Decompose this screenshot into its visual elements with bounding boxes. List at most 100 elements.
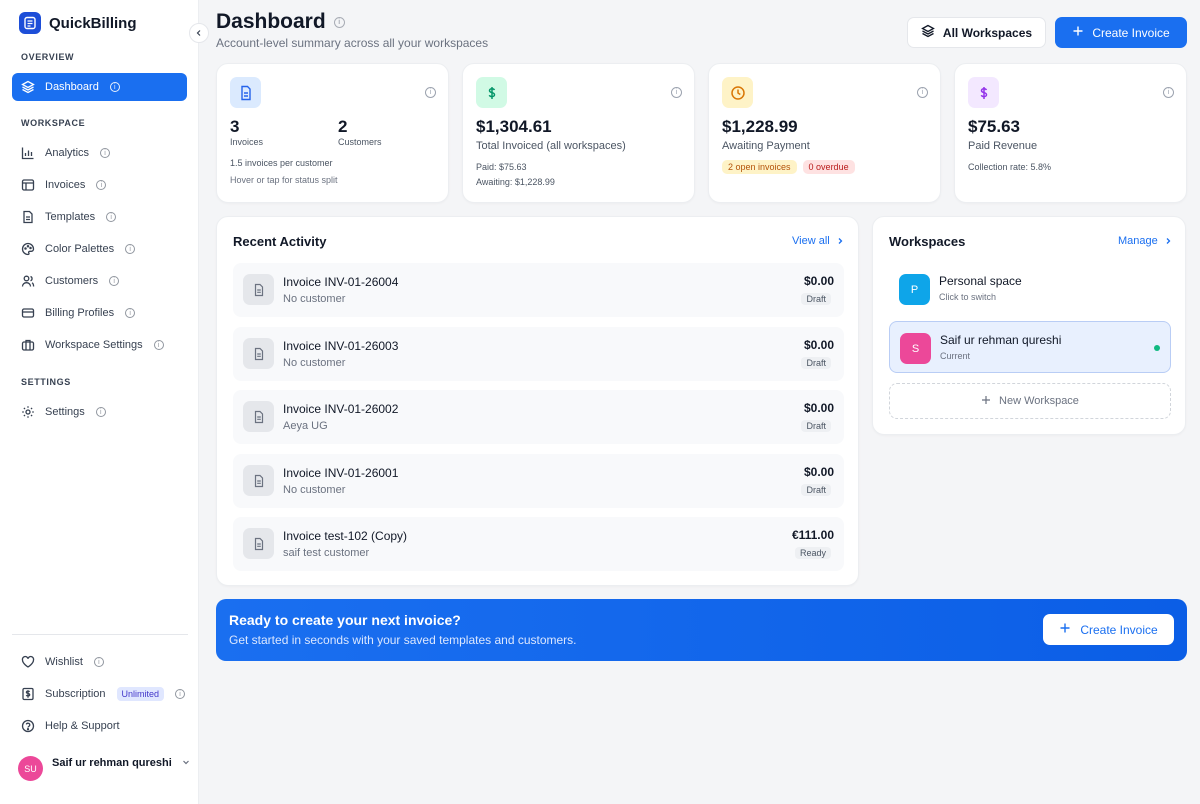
stat-card-total-invoiced[interactable]: i $1,304.61 Total Invoiced (all workspac… — [462, 63, 695, 203]
sidebar: QuickBilling OVERVIEW Dashboard i WORKSP… — [0, 0, 199, 804]
plus-icon — [981, 395, 991, 408]
sidebar-item-label: Customers — [45, 275, 99, 287]
paid-amount: Paid: $75.63 — [476, 162, 527, 172]
total-invoiced-value: $1,304.61 — [476, 117, 552, 136]
info-icon[interactable]: i — [100, 148, 111, 158]
sidebar-item-analytics[interactable]: Analytics i — [12, 139, 187, 167]
sidebar-item-label: Invoices — [45, 179, 86, 191]
sidebar-item-label: Templates — [45, 211, 96, 223]
sidebar-item-label: Analytics — [45, 147, 90, 159]
activity-row[interactable]: Invoice INV-01-26001 No customer $0.00 D… — [233, 454, 844, 508]
info-icon[interactable]: i — [125, 308, 136, 318]
layers-icon — [921, 24, 935, 41]
brand[interactable]: QuickBilling — [19, 12, 137, 34]
cta-create-invoice-button[interactable]: Create Invoice — [1043, 614, 1174, 645]
cta-banner: Ready to create your next invoice? Get s… — [216, 599, 1187, 661]
sidebar-item-help-support[interactable]: Help & Support — [12, 712, 187, 740]
info-icon[interactable]: i — [106, 212, 117, 222]
info-icon[interactable]: i — [1163, 87, 1174, 98]
table-icon — [20, 177, 36, 193]
activity-amount: $0.00 — [803, 401, 834, 415]
activity-amount: $0.00 — [803, 274, 834, 288]
app-logo-icon — [19, 12, 41, 34]
activity-row[interactable]: Invoice test-102 (Copy) saif test custom… — [233, 517, 844, 571]
avatar: SU — [18, 756, 43, 781]
document-icon — [243, 338, 274, 369]
page-title-text: Dashboard — [216, 10, 326, 33]
new-workspace-label: New Workspace — [999, 395, 1079, 407]
activity-row[interactable]: Invoice INV-01-26004 No customer $0.00 D… — [233, 263, 844, 317]
heart-icon — [20, 654, 36, 670]
user-menu[interactable]: SU Saif ur rehman qureshi — [18, 756, 191, 781]
sidebar-item-label: Billing Profiles — [45, 307, 115, 319]
activity-invoice-name: Invoice test-102 (Copy) — [283, 529, 408, 543]
page-title: Dashboard i — [216, 10, 345, 34]
info-icon[interactable]: i — [109, 276, 120, 286]
document-icon — [243, 401, 274, 432]
activity-row[interactable]: Invoice INV-01-26003 No customer $0.00 D… — [233, 327, 844, 381]
help-circle-icon — [20, 718, 36, 734]
collapse-sidebar-button[interactable] — [189, 23, 209, 43]
total-invoiced-label: Total Invoiced (all workspaces) — [476, 140, 626, 152]
sidebar-item-settings[interactable]: Settings i — [12, 398, 187, 426]
activity-invoice-name: Invoice INV-01-26002 — [283, 402, 399, 416]
create-invoice-button[interactable]: Create Invoice — [1055, 17, 1187, 48]
paid-revenue-value: $75.63 — [968, 117, 1020, 136]
stat-card-paid-revenue[interactable]: i $75.63 Paid Revenue Collection rate: 5… — [954, 63, 1187, 203]
status-split-hint: Hover or tap for status split — [230, 175, 338, 185]
sidebar-item-color-palettes[interactable]: Color Palettes i — [12, 235, 187, 263]
view-all-label: View all — [792, 235, 830, 247]
sidebar-item-templates[interactable]: Templates i — [12, 203, 187, 231]
credit-card-icon — [20, 305, 36, 321]
awaiting-payment-value: $1,228.99 — [722, 117, 798, 136]
sidebar-item-customers[interactable]: Customers i — [12, 267, 187, 295]
invoices-count-label: Invoices — [230, 137, 264, 147]
sidebar-item-subscription[interactable]: Subscription Unlimited i — [12, 680, 187, 708]
overdue-chip: 0 overdue — [802, 160, 855, 174]
recent-activity-panel: Recent Activity View all Invoice INV-01-… — [216, 216, 859, 586]
cta-subtitle: Get started in seconds with your saved t… — [229, 633, 577, 647]
sidebar-item-invoices[interactable]: Invoices i — [12, 171, 187, 199]
cta-title: Ready to create your next invoice? — [229, 612, 461, 628]
sidebar-item-wishlist[interactable]: Wishlist i — [12, 648, 187, 676]
manage-link[interactable]: Manage — [1118, 235, 1172, 247]
info-icon[interactable]: i — [153, 340, 164, 350]
open-invoices-chip: 2 open invoices — [722, 160, 797, 174]
dollar-receipt-icon — [20, 686, 36, 702]
sidebar-item-workspace-settings[interactable]: Workspace Settings i — [12, 331, 187, 359]
info-icon[interactable]: i — [96, 180, 107, 190]
activity-amount: $0.00 — [803, 338, 834, 352]
workspace-item-current[interactable]: S Saif ur rehman qureshi Current — [889, 321, 1171, 373]
all-workspaces-button[interactable]: All Workspaces — [907, 17, 1046, 48]
activity-row[interactable]: Invoice INV-01-26002 Aeya UG $0.00 Draft — [233, 390, 844, 444]
gear-icon — [20, 404, 36, 420]
info-icon[interactable]: i — [671, 87, 682, 98]
workspace-avatar: S — [900, 333, 931, 364]
active-dot-icon — [1154, 345, 1160, 351]
sidebar-item-billing-profiles[interactable]: Billing Profiles i — [12, 299, 187, 327]
layers-icon — [20, 79, 36, 95]
document-icon — [243, 274, 274, 305]
users-icon — [20, 273, 36, 289]
stat-card-counts[interactable]: i 3 Invoices 2 Customers 1.5 invoices pe… — [216, 63, 449, 203]
info-icon[interactable]: i — [333, 16, 345, 28]
info-icon[interactable]: i — [125, 244, 136, 254]
info-icon[interactable]: i — [917, 87, 928, 98]
customers-count-label: Customers — [338, 137, 382, 147]
view-all-link[interactable]: View all — [792, 235, 844, 247]
info-icon[interactable]: i — [109, 82, 120, 92]
activity-invoice-name: Invoice INV-01-26004 — [283, 275, 399, 289]
new-workspace-button[interactable]: New Workspace — [889, 383, 1171, 419]
info-icon[interactable]: i — [175, 689, 186, 699]
sidebar-item-dashboard[interactable]: Dashboard i — [12, 73, 187, 101]
info-icon[interactable]: i — [93, 657, 104, 667]
info-icon[interactable]: i — [95, 407, 106, 417]
info-icon[interactable]: i — [425, 87, 436, 98]
create-invoice-label: Create Invoice — [1092, 25, 1170, 40]
stat-card-awaiting-payment[interactable]: i $1,228.99 Awaiting Payment 2 open invo… — [708, 63, 941, 203]
document-icon — [230, 77, 261, 108]
workspace-item-personal[interactable]: P Personal space Click to switch — [889, 263, 1171, 315]
invoices-count: 3 — [230, 117, 240, 136]
plus-icon — [1072, 25, 1084, 40]
activity-customer: No customer — [283, 357, 346, 369]
